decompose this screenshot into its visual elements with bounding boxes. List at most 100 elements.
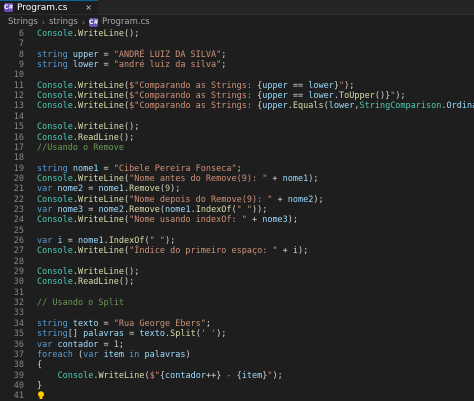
code-line[interactable]: 8 string upper = "ANDRÉ LUIZ DA SILVA"; [0, 50, 474, 60]
line-number: 32 [13, 298, 24, 309]
code-line[interactable]: 31 [0, 288, 474, 298]
code-text: Console.WriteLine(); [37, 122, 139, 132]
code-line[interactable]: 16 Console.ReadLine(); [0, 133, 474, 143]
code-token: palavras [144, 349, 186, 360]
code-line[interactable]: 7 [0, 39, 474, 49]
code-token: WriteLine [77, 80, 125, 91]
code-token: var [37, 339, 53, 350]
code-token: Console [37, 267, 73, 278]
code-line[interactable]: 17 //Usando o Remove [0, 143, 474, 153]
line-number: 30 [13, 277, 24, 288]
code-text: var contador = 1; [37, 340, 124, 350]
line-number: 20 [13, 173, 24, 184]
line-number: 17 [13, 142, 24, 153]
code-token: Console [37, 215, 73, 226]
code-line[interactable]: 20 Console.WriteLine("Nome antes do Remov… [0, 174, 474, 184]
code-token: ); [272, 370, 283, 381]
code-line[interactable]: 10 [0, 70, 474, 80]
code-token: ()} [374, 91, 391, 102]
code-token: lower [308, 91, 334, 102]
code-token: (); [118, 132, 135, 143]
code-token: string [37, 60, 68, 71]
code-token: nome1 [72, 163, 99, 174]
tab-program-cs[interactable]: C# Program.cs × [0, 0, 98, 14]
line-number: 16 [13, 132, 24, 143]
code-line[interactable]: 27 Console.WriteLine("Índice do primeiro … [0, 246, 474, 256]
line-number: 40 [13, 380, 24, 391]
code-text: } [37, 381, 42, 391]
code-token: Console [37, 173, 73, 184]
code-token: ); [165, 236, 176, 246]
code-line[interactable]: 35 string[] palavras = texto.Split(' '); [0, 329, 474, 339]
code-line[interactable]: 39 Console.WriteLine($"{contador++} - {i… [0, 371, 474, 381]
code-token: Console [37, 91, 73, 102]
code-token: + [272, 194, 288, 205]
code-token: ; [118, 339, 125, 350]
code-line[interactable]: 32 // Usando o Split [0, 298, 474, 308]
code-line[interactable]: 21 var nome2 = nome1.Remove(9); [0, 184, 474, 194]
code-line[interactable]: 25 [0, 226, 474, 236]
code-line[interactable]: 36 var contador = 1; [0, 340, 474, 350]
lightbulb-icon[interactable] [37, 391, 45, 400]
code-line[interactable]: 13 Console.WriteLine($"Comparando as Stri… [0, 101, 474, 111]
code-token: ); [287, 215, 299, 226]
code-token: Console [37, 194, 73, 205]
code-token: = [98, 49, 114, 60]
code-token: [] [67, 329, 84, 340]
code-line[interactable]: 14 [0, 112, 474, 122]
code-line[interactable]: 24 Console.WriteLine("Nome usando indexOf… [0, 215, 474, 225]
code-line[interactable]: 15 Console.WriteLine(); [0, 122, 474, 132]
code-text: var nome3 = nome2.Remove(nome1.IndexOf("… [37, 205, 267, 215]
code-token: = [124, 329, 140, 340]
code-line[interactable]: 9 string lower = "andré luiz da silva"; [0, 60, 474, 70]
code-line[interactable]: 18 [0, 153, 474, 163]
code-token: ++} [205, 370, 222, 381]
code-line[interactable]: 6 Console.WriteLine(); [0, 29, 474, 39]
line-number: 37 [13, 349, 24, 360]
code-token: ); [216, 329, 227, 340]
line-number: 10 [13, 70, 24, 81]
code-line[interactable]: 11 Console.WriteLine($"Comparando as Stri… [0, 81, 474, 91]
code-line[interactable]: 12 Console.WriteLine($"Comparando as Stri… [0, 91, 474, 101]
code-token: var [37, 204, 53, 215]
code-token: == [287, 91, 309, 102]
breadcrumb-item-strings[interactable]: strings [49, 17, 78, 27]
code-token: == [287, 80, 309, 91]
code-token: WriteLine [77, 215, 125, 226]
csharp-file-icon: C# [4, 3, 14, 12]
code-text: Console.WriteLine("Nome depois do Remove… [37, 195, 324, 205]
line-number: 34 [13, 318, 24, 329]
line-number: 23 [13, 204, 24, 215]
code-line[interactable]: 40} [0, 381, 474, 391]
code-token: Console [37, 132, 73, 143]
code-token: Console [57, 370, 94, 381]
code-line[interactable]: 28 [0, 257, 474, 267]
code-editor[interactable]: 6 Console.WriteLine(); 7 8 string upper = "A… [0, 28, 474, 401]
code-line[interactable]: 26 var i = nome1.IndexOf(" "); [0, 236, 474, 246]
code-line[interactable]: 38 { [0, 360, 474, 370]
code-line[interactable]: 33 [0, 308, 474, 318]
code-line[interactable]: 30 Console.ReadLine(); [0, 277, 474, 287]
code-line[interactable]: 34 string texto = "Rua George Ebers"; [0, 319, 474, 329]
code-token: string [37, 163, 68, 174]
code-token: = [98, 339, 114, 350]
close-icon[interactable]: × [85, 3, 92, 12]
breadcrumb-item-file[interactable]: Program.cs [102, 17, 150, 27]
breadcrumb-item-strings-folder[interactable]: Strings [8, 17, 38, 27]
code-line[interactable]: 23 var nome3 = nome2.Remove(nome1.IndexOf… [0, 205, 474, 215]
code-token: WriteLine [77, 246, 125, 257]
code-line[interactable]: 19 string nome1 = "Cibele Pereira Fonseca… [0, 164, 474, 174]
code-line[interactable]: 37 foreach (var item in palavras) [0, 350, 474, 360]
line-number: 19 [13, 163, 24, 174]
code-token: nome1 [77, 236, 104, 246]
line-number: 13 [13, 101, 24, 112]
code-token: $" [149, 370, 160, 381]
code-token: WriteLine [77, 173, 125, 184]
code-line[interactable]: 29 Console.WriteLine(); [0, 267, 474, 277]
tab-title: Program.cs [17, 2, 68, 13]
code-token: ( [72, 349, 84, 360]
line-number: 21 [13, 184, 24, 195]
code-line[interactable]: 41 [0, 391, 474, 401]
code-token: string [37, 49, 68, 60]
code-line[interactable]: 22 Console.WriteLine("Nome depois do Remo… [0, 195, 474, 205]
